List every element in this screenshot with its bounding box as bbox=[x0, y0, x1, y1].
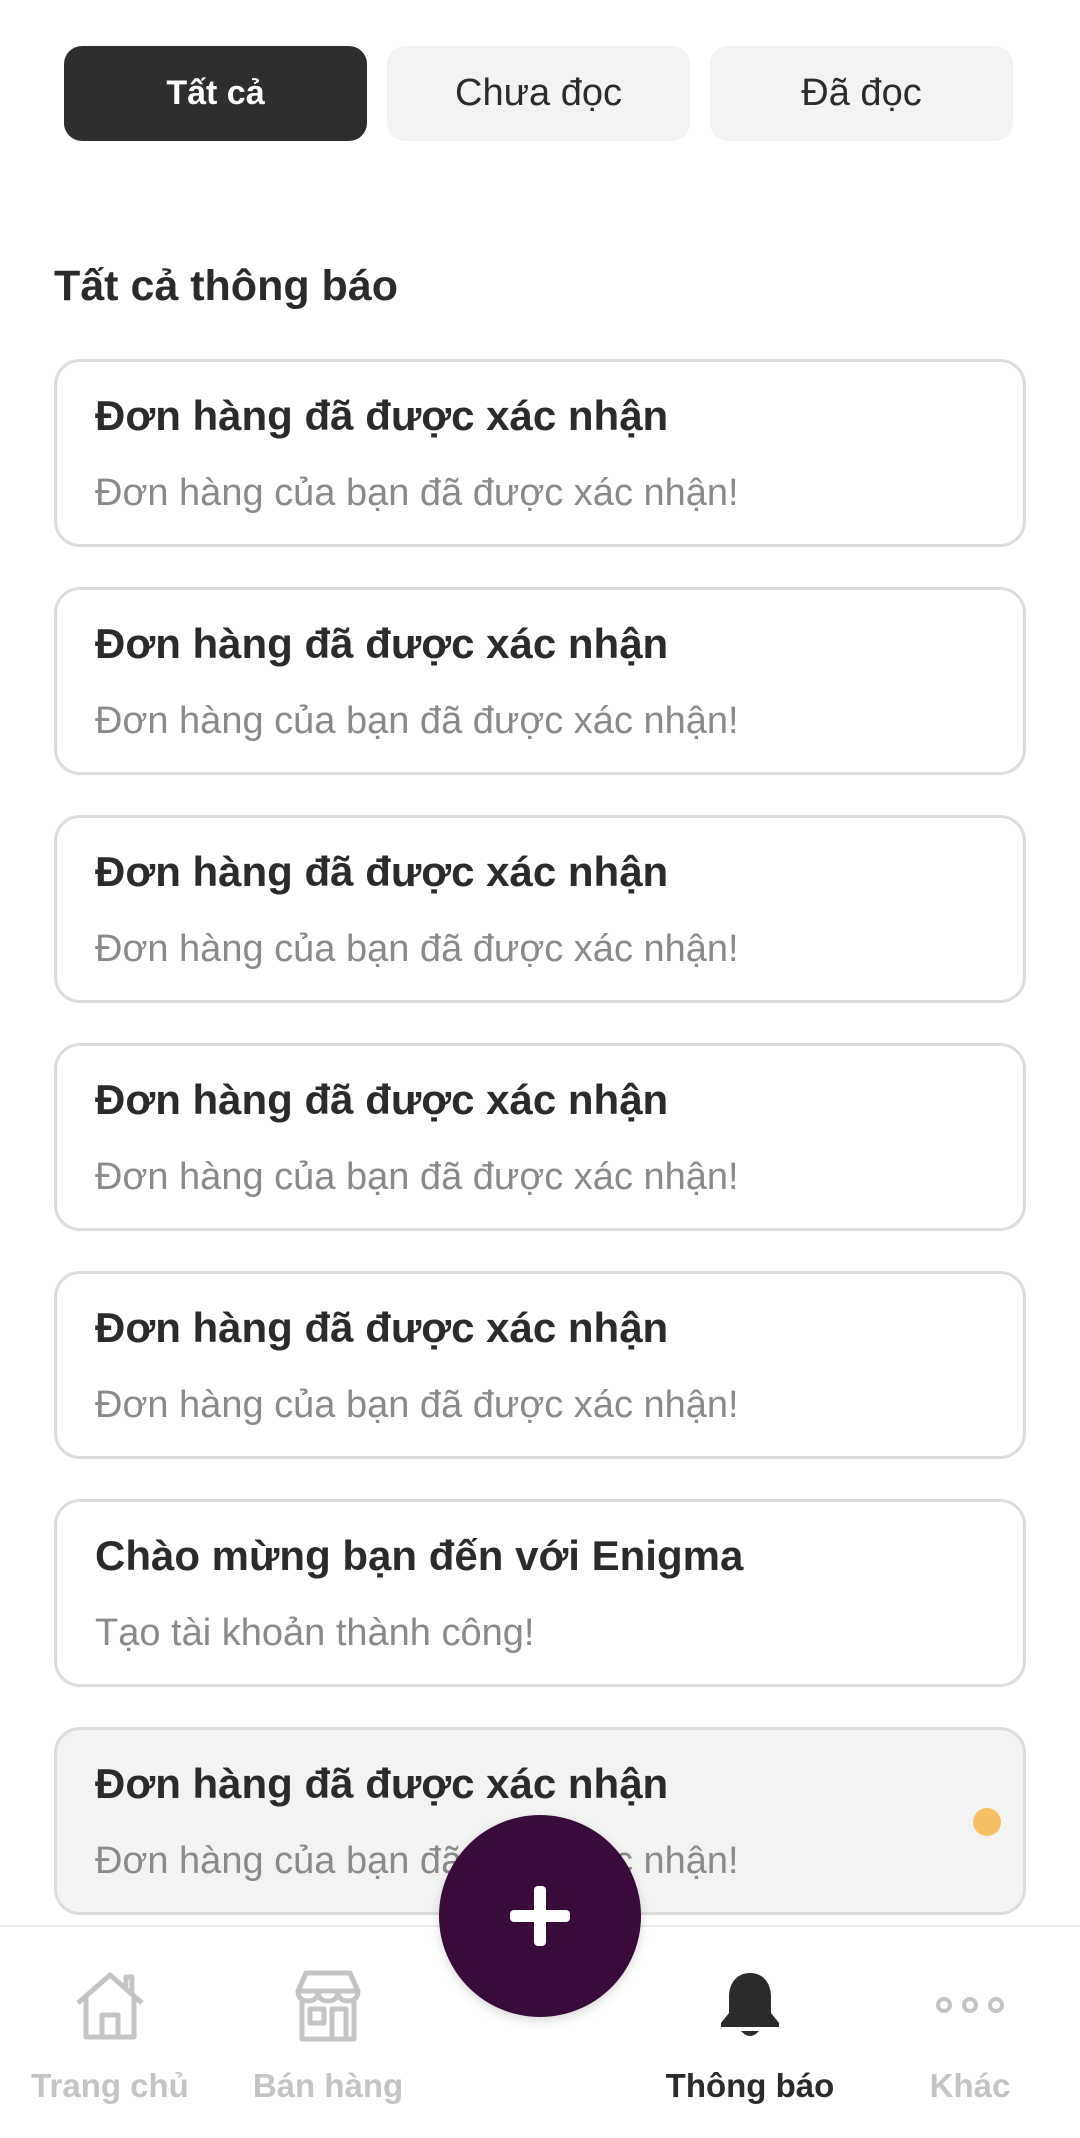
nav-label-more: Khác bbox=[929, 2067, 1011, 2104]
notification-card[interactable]: Đơn hàng đã được xác nhận Đơn hàng của b… bbox=[54, 587, 1026, 775]
bell-icon bbox=[710, 1965, 790, 2045]
notification-card[interactable]: Đơn hàng đã được xác nhận Đơn hàng của b… bbox=[54, 1043, 1026, 1231]
notification-title: Đơn hàng đã được xác nhận bbox=[95, 620, 669, 667]
section-title: Tất cả thông báo bbox=[54, 262, 398, 310]
add-button[interactable] bbox=[439, 1815, 641, 2017]
notification-title: Đơn hàng đã được xác nhận bbox=[95, 1304, 669, 1351]
plus-icon bbox=[510, 1886, 570, 1946]
tab-all-label: Tất cả bbox=[166, 74, 265, 112]
notification-title: Đơn hàng đã được xác nhận bbox=[95, 1760, 669, 1807]
tab-unread[interactable]: Chưa đọc bbox=[387, 46, 690, 141]
notification-card[interactable]: Đơn hàng đã được xác nhận Đơn hàng của b… bbox=[54, 815, 1026, 1003]
nav-item-more[interactable]: Khác bbox=[860, 1965, 1080, 2105]
notification-body: Đơn hàng của bạn đã được xác nhận! bbox=[95, 1384, 739, 1426]
nav-label-notifications: Thông báo bbox=[665, 2067, 835, 2104]
notifications-screen: Tất cả Chưa đọc Đã đọc Tất cả thông báo … bbox=[0, 0, 1080, 2138]
notification-card[interactable]: Chào mừng bạn đến với Enigma Tạo tài kho… bbox=[54, 1499, 1026, 1687]
nav-label-home: Trang chủ bbox=[31, 2067, 189, 2104]
home-icon bbox=[70, 1965, 150, 2045]
nav-item-home[interactable]: Trang chủ bbox=[0, 1965, 220, 2105]
notification-body: Đơn hàng của bạn đã được xác nhận! bbox=[95, 700, 739, 742]
tab-read[interactable]: Đã đọc bbox=[710, 46, 1013, 141]
unread-dot bbox=[973, 1808, 1001, 1836]
tab-all[interactable]: Tất cả bbox=[64, 46, 367, 141]
notification-card[interactable]: Đơn hàng đã được xác nhận Đơn hàng của b… bbox=[54, 1271, 1026, 1459]
notification-body: Đơn hàng của bạn đã được xác nhận! bbox=[95, 928, 739, 970]
notification-title: Đơn hàng đã được xác nhận bbox=[95, 1076, 669, 1123]
nav-item-notifications[interactable]: Thông báo bbox=[640, 1965, 860, 2105]
notification-body: Đơn hàng của bạn đã được xác nhận! bbox=[95, 472, 739, 514]
notification-title: Đơn hàng đã được xác nhận bbox=[95, 392, 669, 439]
notification-body: Tạo tài khoản thành công! bbox=[95, 1612, 535, 1654]
notification-body: Đơn hàng của bạn đã được xác nhận! bbox=[95, 1156, 739, 1198]
notification-title: Chào mừng bạn đến với Enigma bbox=[95, 1532, 744, 1579]
tab-unread-label: Chưa đọc bbox=[455, 72, 622, 114]
filter-tabs: Tất cả Chưa đọc Đã đọc bbox=[64, 46, 1013, 141]
more-icon bbox=[930, 1965, 1010, 2045]
nav-label-sales: Bán hàng bbox=[252, 2067, 404, 2104]
store-icon bbox=[288, 1965, 368, 2045]
nav-item-sales[interactable]: Bán hàng bbox=[218, 1965, 438, 2105]
notification-list: Đơn hàng đã được xác nhận Đơn hàng của b… bbox=[54, 359, 1026, 1915]
notification-card[interactable]: Đơn hàng đã được xác nhận Đơn hàng của b… bbox=[54, 359, 1026, 547]
notification-title: Đơn hàng đã được xác nhận bbox=[95, 848, 669, 895]
tab-read-label: Đã đọc bbox=[801, 72, 922, 114]
